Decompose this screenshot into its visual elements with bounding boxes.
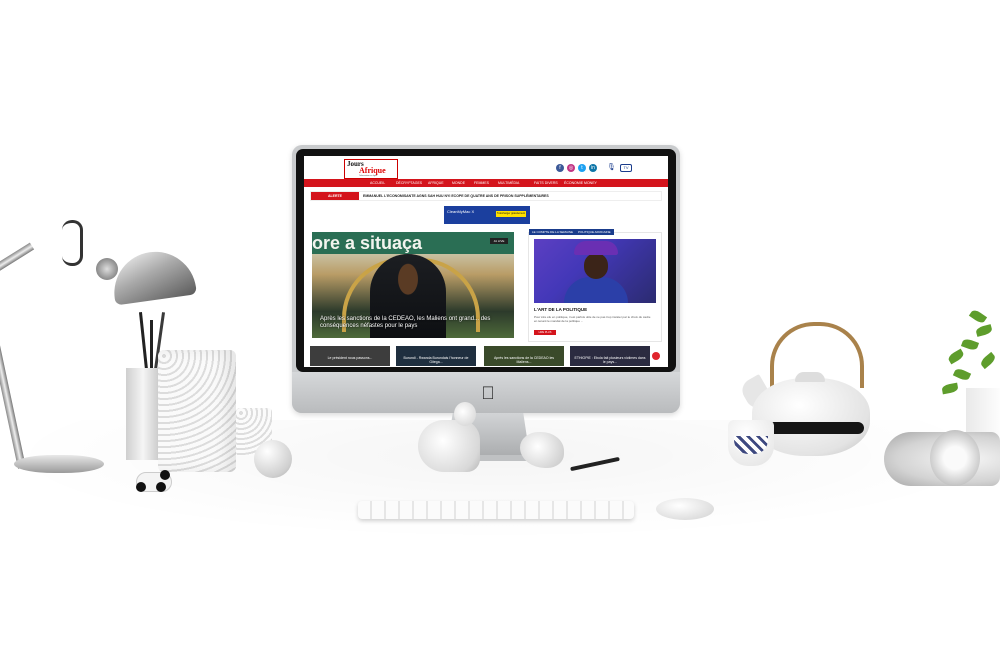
leaf — [946, 348, 966, 365]
lamp-shade — [109, 246, 197, 306]
instagram-icon[interactable]: ◎ — [567, 164, 575, 172]
panda-ear — [160, 470, 170, 480]
side-tab-semaine[interactable]: LE COMPTE DE LA SEMAINE — [529, 229, 577, 235]
tv-icon[interactable]: TV — [620, 164, 632, 172]
lamp-joint — [96, 258, 118, 280]
leaf — [952, 367, 972, 382]
nav-item-faits-divers[interactable]: FAITS DIVERS — [534, 180, 558, 186]
panda-leg — [136, 482, 146, 492]
notification-icon[interactable] — [652, 352, 660, 360]
thumb-caption: Burundi - Rwanda Burundais l'honneur de … — [403, 356, 469, 364]
read-more-button[interactable]: LIRE PLUS — [534, 330, 556, 335]
side-face — [584, 253, 608, 279]
thumb-caption: ETHIOPIE : Ebola fait plusieurs victimes… — [574, 356, 646, 364]
pencil-holder — [158, 350, 236, 472]
apple-logo-icon:  — [479, 383, 497, 403]
nav-item-femmes[interactable]: FEMMES — [474, 180, 489, 186]
nav-item-multimedia[interactable]: MULTIMÉDIA — [498, 180, 519, 186]
keyboard[interactable] — [358, 501, 634, 519]
thumb-caption: Le président nous passons... — [327, 356, 373, 360]
bird-figurine — [418, 420, 480, 472]
side-tab-politique[interactable]: POLITIQUE AFRICAINE — [575, 229, 614, 235]
alert-bar[interactable]: ALERTE EMMANUEL L'ECONOMISANTE AGNS SAH … — [310, 191, 662, 201]
lamp-spring — [62, 220, 83, 266]
plant — [940, 308, 1000, 408]
hero-banner-text: ore a situaça — [312, 232, 514, 254]
twitter-icon[interactable]: t — [578, 164, 586, 172]
alert-label: ALERTE — [311, 192, 359, 200]
thumb-caption: Après les sanctions de la CEDEAO les Mal… — [493, 356, 555, 364]
ad-banner[interactable]: CleanMyMac X Télécharger gratuitement — [444, 206, 530, 224]
leaf — [941, 382, 959, 395]
panda-figurine — [130, 466, 176, 492]
ad-text: CleanMyMac X — [447, 209, 475, 214]
site-header: Jours Afrique l'information en ligne f ◎… — [304, 156, 668, 179]
logo-sub: l'information en ligne — [359, 175, 378, 177]
thumb-article[interactable]: ETHIOPIE : Ebola fait plusieurs victimes… — [570, 346, 650, 366]
hero-article[interactable]: ore a situaça JA LIVE Après les sanction… — [312, 232, 514, 338]
pencil — [138, 312, 149, 370]
panda-leg — [156, 482, 166, 492]
nav-item-decryptages[interactable]: DÉCRYPTAGES — [396, 180, 422, 186]
thumb-article[interactable]: Burundi - Rwanda Burundais l'honneur de … — [396, 346, 476, 366]
leaf — [978, 351, 998, 370]
bird-head — [454, 402, 476, 426]
nav-item-monde[interactable]: MONDE — [452, 180, 465, 186]
side-article[interactable]: LE COMPTE DE LA SEMAINE POLITIQUE AFRICA… — [528, 229, 662, 342]
mouse[interactable] — [656, 498, 714, 520]
side-title[interactable]: L'ART DE LA POLITIQUE — [534, 307, 587, 312]
teapot-lid — [795, 372, 825, 382]
hero-tag: JA LIVE — [490, 238, 508, 244]
side-body — [564, 277, 628, 303]
side-text: Pour être élu en politique, il est parfo… — [534, 315, 651, 323]
site-logo[interactable]: Jours Afrique l'information en ligne — [344, 159, 398, 179]
pencil — [150, 320, 153, 370]
lamp-base — [14, 455, 104, 473]
decor-ball — [254, 440, 292, 478]
nav-item-afrique[interactable]: AFRIQUE — [428, 180, 444, 186]
hero-caption[interactable]: Après les sanctions de la CEDEAO, les Ma… — [320, 316, 506, 330]
main-nav: ACCUEIL DÉCRYPTAGES AFRIQUE MONDE FEMMES… — [304, 179, 668, 187]
nav-item-economie[interactable]: ÉCONOMIE MONEY — [564, 180, 597, 186]
leaf — [968, 308, 988, 325]
lamp-arm-upper — [0, 242, 35, 308]
side-image — [534, 239, 656, 303]
facebook-icon[interactable]: f — [556, 164, 564, 172]
logo-bottom: Afrique — [359, 166, 386, 175]
imac-screen: Jours Afrique l'information en ligne f ◎… — [304, 156, 668, 367]
linkedin-icon[interactable]: in — [589, 164, 597, 172]
side-hat — [574, 241, 618, 255]
pencil-cup — [126, 368, 160, 460]
nav-item-accueil[interactable]: ACCUEIL — [370, 180, 385, 186]
leaf — [960, 337, 980, 352]
ad-button[interactable]: Télécharger gratuitement — [496, 211, 526, 217]
alert-text[interactable]: EMMANUEL L'ECONOMISANTE AGNS SAH HUU NYI… — [363, 192, 549, 200]
thumb-article[interactable]: Le président nous passons... — [310, 346, 390, 366]
headphone-cup — [930, 430, 980, 486]
mic-icon[interactable]: 🎙 — [607, 164, 616, 172]
leaf — [975, 324, 993, 337]
thumb-article[interactable]: Après les sanctions de la CEDEAO les Mal… — [484, 346, 564, 366]
